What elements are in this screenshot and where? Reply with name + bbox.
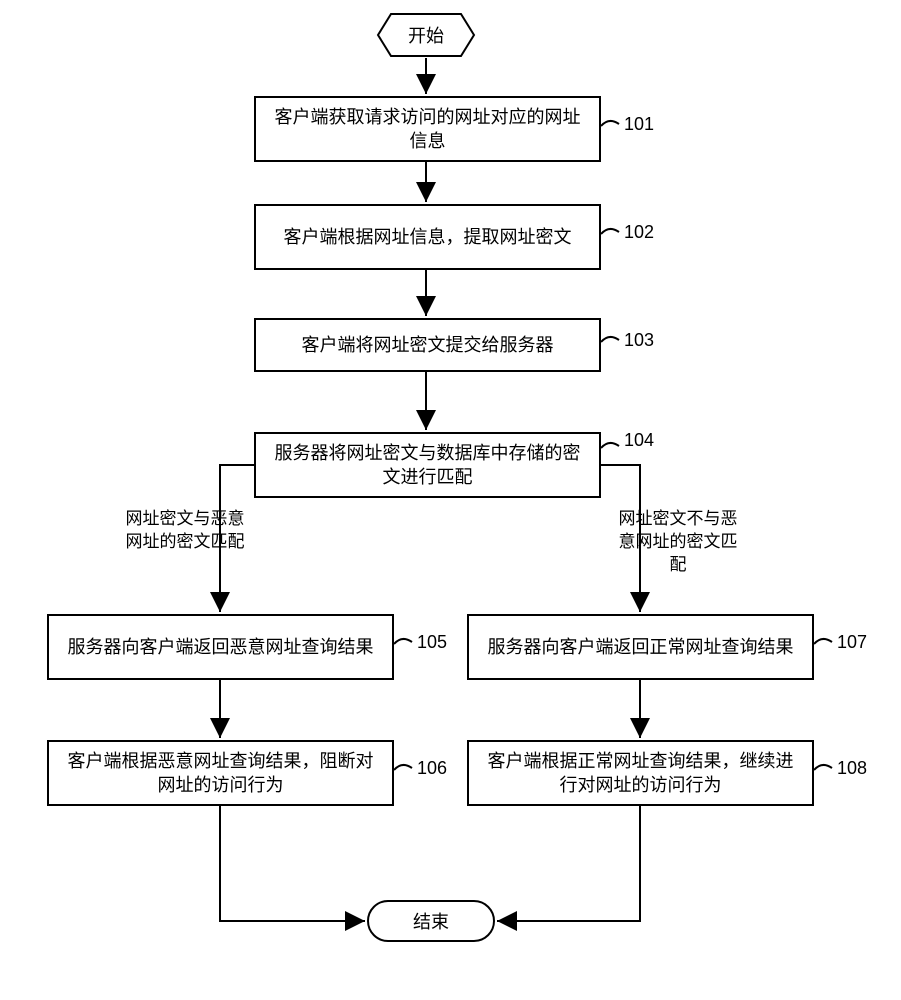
- step-107-num: 107: [837, 632, 867, 653]
- step-102: 客户端根据网址信息，提取网址密文: [254, 204, 601, 270]
- flow-start: 开始: [376, 12, 476, 58]
- step-105-text: 服务器向客户端返回恶意网址查询结果: [68, 635, 374, 659]
- step-108-num: 108: [837, 758, 867, 779]
- step-105-num: 105: [417, 632, 447, 653]
- step-106-text: 客户端根据恶意网址查询结果，阻断对网址的访问行为: [59, 749, 382, 798]
- step-108-text: 客户端根据正常网址查询结果，继续进行对网址的访问行为: [479, 749, 802, 798]
- step-103-text: 客户端将网址密文提交给服务器: [302, 333, 554, 357]
- step-102-num: 102: [624, 222, 654, 243]
- branch-right-label: 网址密文不与恶意网址的密文匹配: [618, 508, 738, 577]
- step-105: 服务器向客户端返回恶意网址查询结果: [47, 614, 394, 680]
- step-107-text: 服务器向客户端返回正常网址查询结果: [488, 635, 794, 659]
- step-103-num: 103: [624, 330, 654, 351]
- step-103: 客户端将网址密文提交给服务器: [254, 318, 601, 372]
- step-104-num: 104: [624, 430, 654, 451]
- step-108: 客户端根据正常网址查询结果，继续进行对网址的访问行为: [467, 740, 814, 806]
- branch-left-label: 网址密文与恶意网址的密文匹配: [125, 508, 245, 554]
- step-102-text: 客户端根据网址信息，提取网址密文: [284, 225, 572, 249]
- step-106-num: 106: [417, 758, 447, 779]
- step-104-text: 服务器将网址密文与数据库中存储的密文进行匹配: [266, 441, 589, 490]
- step-104: 服务器将网址密文与数据库中存储的密文进行匹配: [254, 432, 601, 498]
- flow-start-label: 开始: [408, 22, 444, 48]
- step-101-text: 客户端获取请求访问的网址对应的网址信息: [266, 105, 589, 154]
- flow-end-label: 结束: [413, 908, 449, 934]
- step-101: 客户端获取请求访问的网址对应的网址信息: [254, 96, 601, 162]
- step-101-num: 101: [624, 114, 654, 135]
- step-106: 客户端根据恶意网址查询结果，阻断对网址的访问行为: [47, 740, 394, 806]
- flow-end: 结束: [367, 900, 495, 942]
- step-107: 服务器向客户端返回正常网址查询结果: [467, 614, 814, 680]
